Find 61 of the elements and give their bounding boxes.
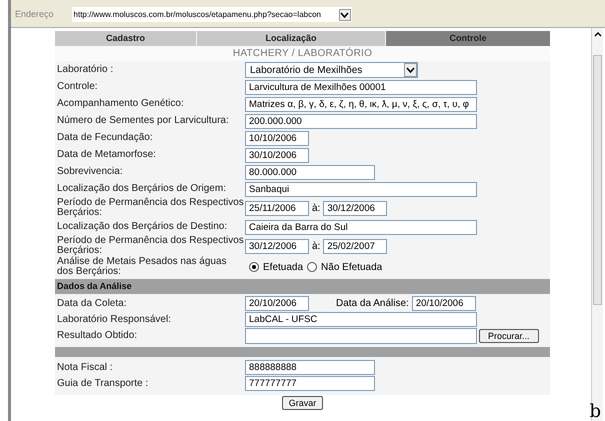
input-field[interactable]: 888888888 <box>245 360 375 375</box>
field-label: Data da Análise: <box>336 297 409 311</box>
field-label: Data de Fecundação: <box>57 133 154 143</box>
field-label: Data de Metamorfose: <box>57 150 157 160</box>
field-label: Localização dos Berçários de Destino: <box>57 222 228 232</box>
input-field[interactable]: Sanbaqui <box>245 182 477 196</box>
input-field[interactable]: 30/10/2006 <box>245 148 309 162</box>
input-field[interactable]: 25/02/2007 <box>323 238 388 254</box>
input-field[interactable]: Caieira da Barra do Sul <box>245 220 477 234</box>
field-label: Sobrevivencia: <box>57 167 124 177</box>
input-field[interactable]: 80.000.000 <box>245 164 375 180</box>
tab[interactable]: Controle <box>386 31 550 46</box>
field-label: Período de Permanência dos Respectivos Berçários: <box>57 236 245 256</box>
caret-icon <box>340 12 350 18</box>
url-text: http://www.moluscos.com.br/moluscos/etapamenu.php?secao=labcon <box>74 8 321 20</box>
input-field[interactable]: 30/12/2006 <box>323 200 388 216</box>
file-field[interactable] <box>245 328 477 344</box>
address-field[interactable]: http://www.moluscos.com.br/moluscos/etapamenu.php?secao=labcon <box>72 7 352 22</box>
browse-button[interactable]: Procurar... <box>479 329 539 343</box>
input-field[interactable]: 777777777 <box>245 376 375 391</box>
field-label: Localização dos Berçários de Origem: <box>57 184 227 194</box>
input-field[interactable]: 20/10/2006 <box>245 296 309 311</box>
field-label: Data da Coleta: <box>57 298 128 308</box>
field-label: Análise de Metais Pesados nas águas dos Berçários: <box>57 257 228 277</box>
field-label: Nota Fiscal : <box>57 362 114 372</box>
field-label: Número de Sementes por Larvicultura: <box>57 116 230 126</box>
field-label: Controle: <box>57 82 99 92</box>
save-button[interactable]: Gravar <box>282 396 324 410</box>
radio-button[interactable] <box>307 262 318 272</box>
input-field[interactable]: 20/10/2006 <box>412 296 476 311</box>
field-label: Guia de Transporte : <box>57 378 150 388</box>
select-field[interactable]: Laboratório de Mexilhões <box>245 62 418 78</box>
field-label: Resultado Obtido: <box>57 331 138 341</box>
input-field[interactable]: 30/12/2006 <box>245 238 309 254</box>
field-label: Período de Permanência dos Respectivos Berçários: <box>57 198 245 218</box>
field-label: Laboratório Responsável: <box>57 314 172 324</box>
scroll-thumb[interactable] <box>593 55 602 305</box>
section-header: Dados da Análise <box>55 279 550 294</box>
radio-label: Efetuada <box>263 260 304 274</box>
caption-fragment: b <box>589 400 601 421</box>
range-separator: à: <box>312 240 320 254</box>
radio-label: Não Efetuada <box>321 260 382 274</box>
section-title: HATCHERY / LABORATÓRIO <box>55 46 550 61</box>
input-field[interactable]: Larvicultura de Mexilhões 00001 <box>245 80 477 94</box>
select-value: Laboratório de Mexilhões <box>250 64 362 78</box>
field-label: Acompanhamento Genético: <box>57 99 185 109</box>
input-field[interactable]: 25/11/2006 <box>245 200 309 216</box>
input-field[interactable]: Matrizes α, β, γ, δ, ε, ζ, η, θ, ικ, ƛ, μ, ν, ξ, ς, σ, τ, υ, φ <box>245 96 477 112</box>
radio-button[interactable] <box>249 262 259 272</box>
input-field[interactable]: 10/10/2006 <box>245 130 309 146</box>
input-field[interactable]: LabCAL - UFSC <box>245 312 477 327</box>
caret-icon <box>406 67 415 73</box>
dropdown-button[interactable] <box>338 8 351 20</box>
dropdown-button[interactable] <box>404 63 417 77</box>
field-label: Laboratório : <box>57 65 114 75</box>
scrollbar[interactable] <box>591 28 603 421</box>
range-separator: à: <box>312 202 320 216</box>
address-label: Endereço <box>15 8 54 21</box>
tab[interactable]: Cadastro <box>55 31 196 46</box>
input-field[interactable]: 200.000.000 <box>245 114 477 128</box>
tab[interactable]: Localização <box>197 31 385 46</box>
